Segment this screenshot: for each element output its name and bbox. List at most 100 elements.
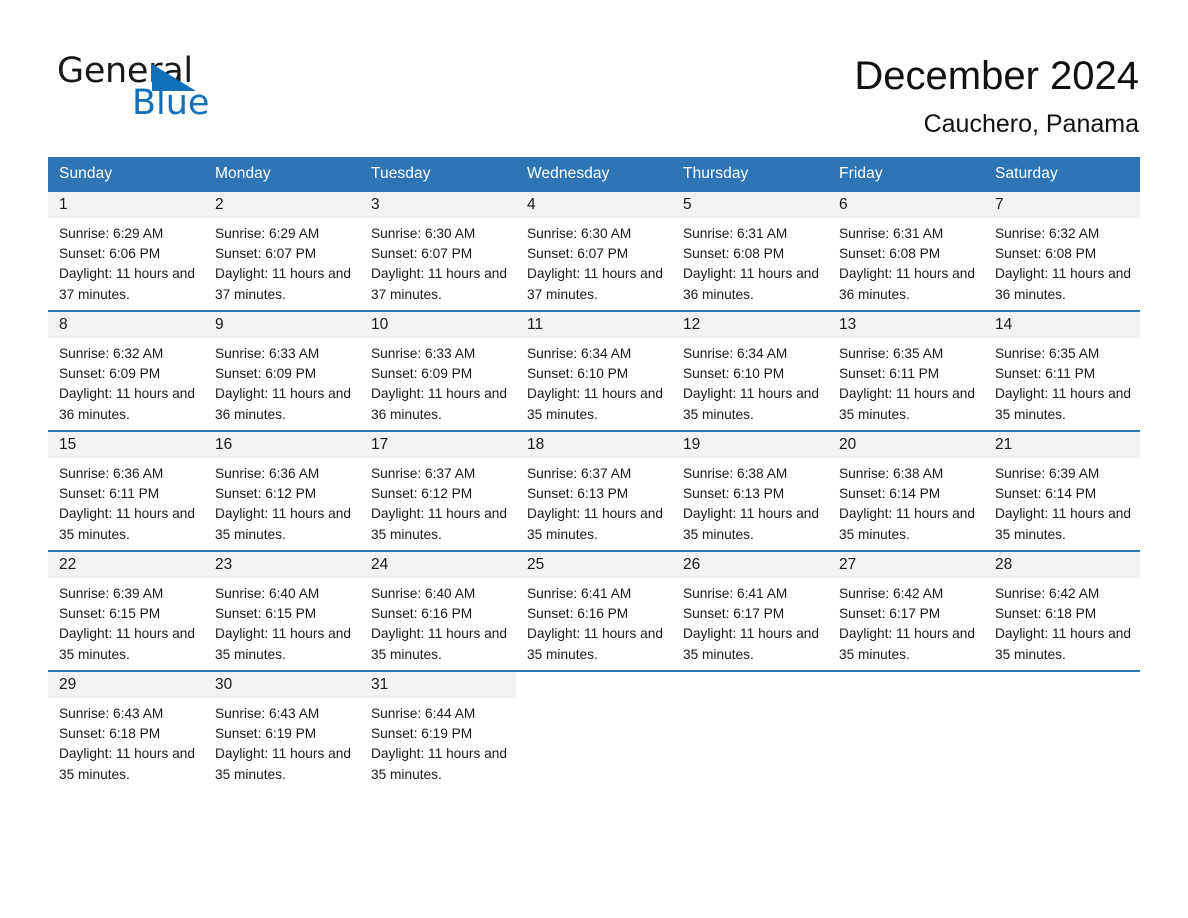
calendar-day-cell[interactable]: 6 Sunrise: 6:31 AM Sunset: 6:08 PM Daylight… bbox=[828, 192, 984, 311]
calendar-day-cell[interactable]: 17 Sunrise: 6:37 AM Sunset: 6:12 PM Dayligh… bbox=[360, 430, 516, 551]
day-cell-inner bbox=[984, 672, 1140, 790]
calendar-day-cell[interactable]: 12 Sunrise: 6:34 AM Sunset: 6:10 PM Dayligh… bbox=[672, 310, 828, 431]
calendar-day-cell[interactable]: 24 Sunrise: 6:40 AM Sunset: 6:16 PM Dayligh… bbox=[360, 550, 516, 671]
day-cell-inner: 26 Sunrise: 6:41 AM Sunset: 6:17 PM Dayligh… bbox=[672, 552, 828, 670]
day-cell-inner: 27 Sunrise: 6:42 AM Sunset: 6:17 PM Dayligh… bbox=[828, 552, 984, 670]
calendar-empty-cell bbox=[516, 670, 672, 790]
day-cell-inner: 19 Sunrise: 6:38 AM Sunset: 6:13 PM Dayligh… bbox=[672, 432, 828, 550]
sunset-text: Sunset: 6:07 PM bbox=[215, 246, 317, 262]
day-number: 17 bbox=[371, 436, 389, 453]
day-cell-inner: 3 Sunrise: 6:30 AM Sunset: 6:07 PM Daylight… bbox=[360, 192, 516, 310]
day-number: 7 bbox=[995, 196, 1004, 213]
daylight-text: Daylight: 11 hours and 37 minutes. bbox=[371, 266, 507, 302]
day-number: 24 bbox=[371, 556, 389, 573]
daylight-text: Daylight: 11 hours and 35 minutes. bbox=[59, 626, 195, 662]
day-cell-inner: 7 Sunrise: 6:32 AM Sunset: 6:08 PM Daylight… bbox=[984, 192, 1140, 310]
calendar-day-cell[interactable]: 29 Sunrise: 6:43 AM Sunset: 6:18 PM Dayligh… bbox=[48, 670, 204, 790]
daylight-text: Daylight: 11 hours and 35 minutes. bbox=[995, 626, 1131, 662]
day-number: 22 bbox=[59, 556, 77, 573]
calendar-day-cell[interactable]: 10 Sunrise: 6:33 AM Sunset: 6:09 PM Dayligh… bbox=[360, 310, 516, 431]
sunrise-text: Sunrise: 6:37 AM bbox=[527, 466, 632, 481]
calendar-day-cell[interactable]: 8 Sunrise: 6:32 AM Sunset: 6:09 PM Daylight… bbox=[48, 310, 204, 431]
calendar-day-cell[interactable]: 25 Sunrise: 6:41 AM Sunset: 6:16 PM Dayligh… bbox=[516, 550, 672, 671]
sunset-text: Sunset: 6:08 PM bbox=[995, 246, 1097, 262]
day-details: Sunrise: 6:38 AM Sunset: 6:14 PM Daylight:… bbox=[828, 458, 984, 545]
calendar-day-cell[interactable]: 28 Sunrise: 6:42 AM Sunset: 6:18 PM Dayligh… bbox=[984, 550, 1140, 671]
day-number-band: 2 bbox=[204, 192, 360, 218]
calendar-day-cell[interactable]: 13 Sunrise: 6:35 AM Sunset: 6:11 PM Dayligh… bbox=[828, 310, 984, 431]
calendar-day-cell[interactable]: 27 Sunrise: 6:42 AM Sunset: 6:17 PM Dayligh… bbox=[828, 550, 984, 671]
calendar-day-cell[interactable]: 7 Sunrise: 6:32 AM Sunset: 6:08 PM Daylight… bbox=[984, 192, 1140, 311]
calendar-day-cell[interactable]: 26 Sunrise: 6:41 AM Sunset: 6:17 PM Dayligh… bbox=[672, 550, 828, 671]
calendar-day-cell[interactable]: 21 Sunrise: 6:39 AM Sunset: 6:14 PM Dayligh… bbox=[984, 430, 1140, 551]
calendar-day-cell[interactable]: 2 Sunrise: 6:29 AM Sunset: 6:07 PM Daylight… bbox=[204, 192, 360, 311]
day-cell-inner: 16 Sunrise: 6:36 AM Sunset: 6:12 PM Dayligh… bbox=[204, 432, 360, 550]
calendar-day-cell[interactable]: 14 Sunrise: 6:35 AM Sunset: 6:11 PM Dayligh… bbox=[984, 310, 1140, 431]
calendar-day-cell[interactable]: 31 Sunrise: 6:44 AM Sunset: 6:19 PM Dayligh… bbox=[360, 670, 516, 790]
sunrise-text: Sunrise: 6:41 AM bbox=[527, 586, 632, 601]
daylight-text: Daylight: 11 hours and 35 minutes. bbox=[683, 506, 819, 542]
calendar-empty-cell bbox=[984, 670, 1140, 790]
day-cell-inner bbox=[516, 672, 672, 790]
day-number: 3 bbox=[371, 196, 380, 213]
sunrise-text: Sunrise: 6:33 AM bbox=[371, 346, 476, 361]
logo-text-blue: Blue bbox=[132, 83, 210, 123]
daylight-text: Daylight: 11 hours and 35 minutes. bbox=[995, 506, 1131, 542]
day-cell-inner: 8 Sunrise: 6:32 AM Sunset: 6:09 PM Daylight… bbox=[48, 312, 204, 430]
calendar-day-cell[interactable]: 20 Sunrise: 6:38 AM Sunset: 6:14 PM Dayligh… bbox=[828, 430, 984, 551]
day-details bbox=[516, 698, 672, 704]
day-details: Sunrise: 6:40 AM Sunset: 6:15 PM Daylight:… bbox=[204, 578, 360, 665]
sunset-text: Sunset: 6:17 PM bbox=[839, 606, 941, 622]
calendar-day-cell[interactable]: 19 Sunrise: 6:38 AM Sunset: 6:13 PM Dayligh… bbox=[672, 430, 828, 551]
page-subtitle-location: Cauchero, Panama bbox=[923, 110, 1139, 138]
sunset-text: Sunset: 6:13 PM bbox=[527, 486, 629, 502]
day-number-band: 14 bbox=[984, 312, 1140, 338]
day-number-band bbox=[984, 672, 1140, 698]
sunrise-text: Sunrise: 6:38 AM bbox=[839, 466, 944, 481]
day-details: Sunrise: 6:29 AM Sunset: 6:06 PM Daylight:… bbox=[48, 218, 204, 305]
calendar-body: 1 Sunrise: 6:29 AM Sunset: 6:06 PM Daylight… bbox=[48, 192, 1140, 790]
day-number: 10 bbox=[371, 316, 389, 333]
day-cell-inner: 2 Sunrise: 6:29 AM Sunset: 6:07 PM Daylight… bbox=[204, 192, 360, 310]
sunset-text: Sunset: 6:12 PM bbox=[215, 486, 317, 502]
daylight-text: Daylight: 11 hours and 36 minutes. bbox=[683, 266, 819, 302]
calendar-day-cell[interactable]: 18 Sunrise: 6:37 AM Sunset: 6:13 PM Dayligh… bbox=[516, 430, 672, 551]
sunset-text: Sunset: 6:08 PM bbox=[839, 246, 941, 262]
weekday-header-wednesday: Wednesday bbox=[516, 157, 672, 192]
calendar-day-cell[interactable]: 4 Sunrise: 6:30 AM Sunset: 6:07 PM Daylight… bbox=[516, 192, 672, 311]
calendar-grid: Sunday Monday Tuesday Wednesday Thursday… bbox=[48, 157, 1140, 790]
calendar-day-cell[interactable]: 30 Sunrise: 6:43 AM Sunset: 6:19 PM Dayligh… bbox=[204, 670, 360, 790]
calendar-day-cell[interactable]: 16 Sunrise: 6:36 AM Sunset: 6:12 PM Dayligh… bbox=[204, 430, 360, 551]
day-number-band: 31 bbox=[360, 672, 516, 698]
calendar-day-cell[interactable]: 3 Sunrise: 6:30 AM Sunset: 6:07 PM Daylight… bbox=[360, 192, 516, 311]
sunrise-text: Sunrise: 6:43 AM bbox=[59, 706, 164, 721]
sunset-text: Sunset: 6:07 PM bbox=[527, 246, 629, 262]
day-number-band: 16 bbox=[204, 432, 360, 458]
calendar-day-cell[interactable]: 5 Sunrise: 6:31 AM Sunset: 6:08 PM Daylight… bbox=[672, 192, 828, 311]
calendar-day-cell[interactable]: 15 Sunrise: 6:36 AM Sunset: 6:11 PM Dayligh… bbox=[48, 430, 204, 551]
sunset-text: Sunset: 6:18 PM bbox=[995, 606, 1097, 622]
sunset-text: Sunset: 6:07 PM bbox=[371, 246, 473, 262]
calendar-day-cell[interactable]: 23 Sunrise: 6:40 AM Sunset: 6:15 PM Dayligh… bbox=[204, 550, 360, 671]
day-cell-inner: 22 Sunrise: 6:39 AM Sunset: 6:15 PM Dayligh… bbox=[48, 552, 204, 670]
daylight-text: Daylight: 11 hours and 35 minutes. bbox=[215, 746, 351, 782]
calendar-week-row: 15 Sunrise: 6:36 AM Sunset: 6:11 PM Dayligh… bbox=[48, 430, 1140, 551]
day-cell-inner: 20 Sunrise: 6:38 AM Sunset: 6:14 PM Dayligh… bbox=[828, 432, 984, 550]
generalblue-logo[interactable]: General Blue bbox=[57, 52, 377, 124]
day-details: Sunrise: 6:34 AM Sunset: 6:10 PM Daylight:… bbox=[672, 338, 828, 425]
day-number: 8 bbox=[59, 316, 68, 333]
sunset-text: Sunset: 6:09 PM bbox=[215, 366, 317, 382]
calendar-day-cell[interactable]: 9 Sunrise: 6:33 AM Sunset: 6:09 PM Daylight… bbox=[204, 310, 360, 431]
calendar-page: General Blue December 2024 Cauchero, Pan… bbox=[0, 0, 1188, 918]
daylight-text: Daylight: 11 hours and 35 minutes. bbox=[215, 506, 351, 542]
day-number: 14 bbox=[995, 316, 1013, 333]
daylight-text: Daylight: 11 hours and 35 minutes. bbox=[371, 746, 507, 782]
calendar-day-cell[interactable]: 1 Sunrise: 6:29 AM Sunset: 6:06 PM Daylight… bbox=[48, 192, 204, 311]
sunset-text: Sunset: 6:12 PM bbox=[371, 486, 473, 502]
day-number-band: 19 bbox=[672, 432, 828, 458]
sunset-text: Sunset: 6:19 PM bbox=[215, 726, 317, 742]
daylight-text: Daylight: 11 hours and 36 minutes. bbox=[371, 386, 507, 422]
calendar-day-cell[interactable]: 22 Sunrise: 6:39 AM Sunset: 6:15 PM Dayligh… bbox=[48, 550, 204, 671]
day-cell-inner: 9 Sunrise: 6:33 AM Sunset: 6:09 PM Daylight… bbox=[204, 312, 360, 430]
calendar-day-cell[interactable]: 11 Sunrise: 6:34 AM Sunset: 6:10 PM Dayligh… bbox=[516, 310, 672, 431]
